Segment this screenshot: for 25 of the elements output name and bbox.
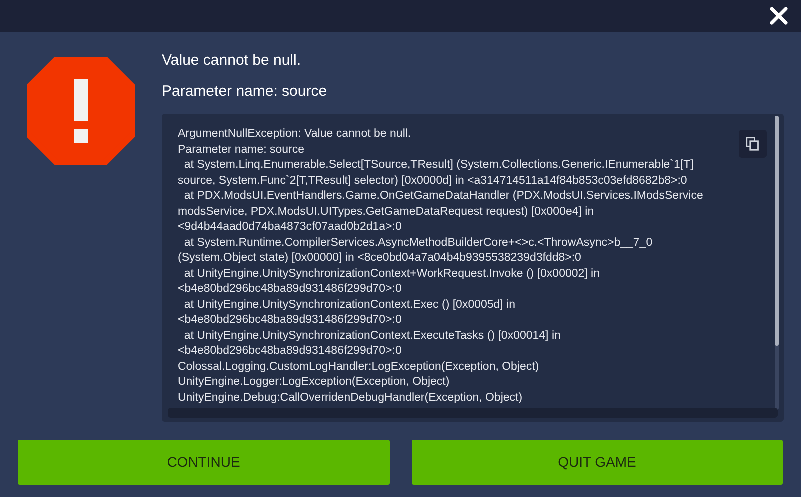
- log-line: <9d4b44aad0d74ba4873cf07aad0b2d1a>:0: [178, 220, 402, 235]
- log-line: Parameter name: source: [178, 142, 305, 158]
- log-line: at System.Runtime.CompilerServices.AsyncMethodBuilderCore+<>c.<ThrowAsync>b__7_0: [183, 236, 653, 250]
- log-line: at UnityEngine.UnitySynchronizationContext+WorkRequest.Invoke () [0x00002] in: [183, 266, 600, 282]
- log-line: Colossal.Logging.CustomLogHandler:LogException(Exception, Object): [178, 360, 540, 374]
- close-icon[interactable]: [769, 6, 789, 26]
- dialog-button[interactable]: QUIT GAME: [412, 440, 783, 485]
- log-line: (System.Object state) [0x00000] in <8ce0bd04a7a04b4b9395538239d3fdd8>:0: [178, 251, 582, 266]
- log-line: source, System.Func`2[T,TResult] selector) [0x0000d] in <a314714511a14f84b853c03efd8682b8>:0: [178, 174, 688, 188]
- log-line: ArgumentNullException: Value cannot be null.: [178, 127, 412, 142]
- log-line: UnityEngine.Logger:LogException(Exception, Object): [178, 375, 450, 390]
- log-line: at UnityEngine.UnitySynchronizationContext.Exec () [0x0005d] in: [183, 298, 516, 312]
- log-line: at UnityEngine.UnitySynchronizationContext.ExecuteTasks () [0x00014] in: [183, 328, 561, 344]
- log-line: UnityEngine.Debug:CallOverridenDebugHandler(Exception, Object): [178, 390, 523, 406]
- log-line: at PDX.ModsUI.EventHandlers.Game.OnGetGameDataHandler (PDX.ModsUI.Services.IModsService: [183, 189, 704, 204]
- log-line: modsService, PDX.ModsUI.UITypes.GetGameDataRequest request) [0x000e4] in: [178, 204, 594, 220]
- log-line: <b4e80bd296bc48ba89d931486f299d70>:0: [178, 282, 402, 297]
- copy-icon[interactable]: [739, 130, 767, 158]
- log-line: <b4e80bd296bc48ba89d931486f299d70>:0: [178, 344, 402, 359]
- log-line: <b4e80bd296bc48ba89d931486f299d70>:0: [178, 313, 402, 328]
- error-message: Value cannot be null.: [162, 51, 302, 70]
- dialog-button[interactable]: CONTINUE: [18, 440, 390, 485]
- log-line: at System.Linq.Enumerable.Select[TSource,TResult] (System.Collections.Generic.IEnumerable`1[T]: [183, 158, 694, 173]
- warning-icon: [27, 57, 135, 165]
- parameter-name: Parameter name: source: [162, 82, 328, 101]
